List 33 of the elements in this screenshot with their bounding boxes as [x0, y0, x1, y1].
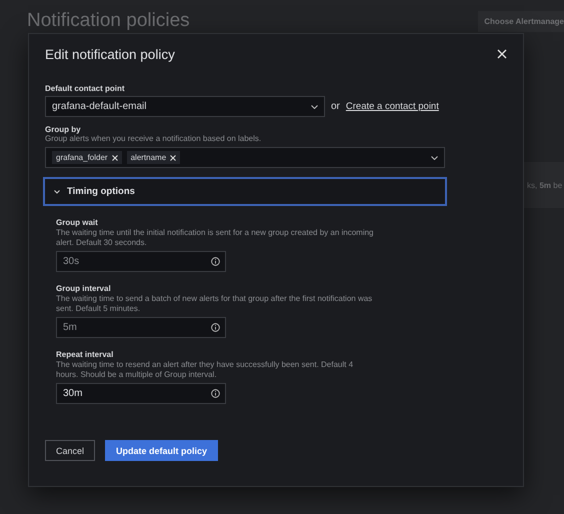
or-text: or — [331, 101, 340, 112]
duration-input[interactable]: 30m — [56, 383, 226, 404]
info-icon — [211, 257, 220, 266]
chevron-down-icon — [54, 190, 60, 194]
dialog-title: Edit notification policy — [45, 46, 175, 62]
field-description: The waiting time until the initial notification is sent for a new group created by an incoming alert. Default 30 seconds. — [56, 228, 375, 248]
create-contact-point-link[interactable]: Create a contact point — [346, 101, 439, 112]
remove-icon[interactable] — [112, 154, 118, 160]
field-label: Repeat interval — [56, 350, 114, 359]
field-description: Group alerts when you receive a notification based on labels. — [45, 134, 262, 144]
page-title: Notification policies — [27, 10, 190, 32]
duration-input[interactable]: 5m — [56, 317, 226, 338]
chevron-down-icon — [311, 104, 318, 108]
cancel-button[interactable]: Cancel — [45, 440, 96, 461]
field-label: Group wait — [56, 218, 99, 227]
policy-summary: ks, 5m be — [526, 180, 562, 190]
field-label: Group interval — [56, 284, 112, 293]
field-label: Group by — [45, 125, 82, 134]
label-tag: grafana_folder — [52, 151, 122, 164]
contact-point-select[interactable]: grafana-default-email — [45, 96, 325, 117]
group-by-select[interactable]: grafana_folder alertname — [45, 147, 445, 168]
label-tag: alertname — [126, 151, 180, 164]
field-label: Default contact point — [45, 84, 126, 93]
field-description: The waiting time to resend an alert after they have successfully been sent. Default 4 hours. Should be a multiple of Group interval. — [56, 360, 354, 380]
update-policy-button[interactable]: Update default policy — [105, 440, 218, 461]
timing-options-toggle[interactable]: Timing options — [43, 177, 447, 206]
chevron-down-icon — [431, 156, 438, 160]
info-icon — [211, 323, 220, 332]
close-icon[interactable] — [497, 49, 507, 59]
duration-input[interactable]: 30s — [56, 251, 226, 272]
remove-icon[interactable] — [170, 154, 176, 160]
info-icon — [211, 389, 220, 398]
field-description: The waiting time to send a batch of new alerts for that group after the first notification was sent. Default 5 minutes. — [56, 294, 374, 314]
